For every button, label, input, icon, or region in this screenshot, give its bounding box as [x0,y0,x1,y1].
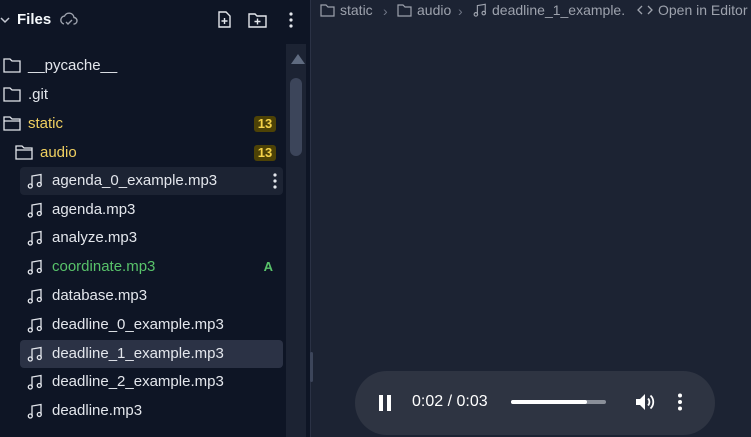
breadcrumb-item-audio[interactable]: audio [397,2,451,18]
tree-item-deadline[interactable]: deadline.mp3 [20,397,283,425]
tree-item-git[interactable]: .git [0,81,285,109]
more-vertical-icon [289,12,293,28]
folder-icon [3,87,21,102]
music-note-icon [27,403,42,419]
tree-item-label: deadline_1_example.mp3 [52,345,224,362]
tree-item-database[interactable]: database.mp3 [20,282,283,310]
tree-item-label: agenda_0_example.mp3 [52,172,218,189]
tree-item-static[interactable]: static 13 [0,110,285,138]
breadcrumb-label: deadline_1_example. [492,2,626,18]
seek-slider[interactable] [511,400,606,404]
tree-item-audio[interactable]: audio 13 [0,139,285,167]
tree-item-pycache[interactable]: __pycache__ [0,52,285,80]
tree-item-deadline-1-example[interactable]: deadline_1_example.mp3 [20,340,283,368]
tree-item-label: deadline_2_example.mp3 [52,373,224,390]
code-icon [637,5,653,15]
sidebar-scrollbar[interactable] [286,44,306,437]
seek-slider-progress [511,400,587,404]
volume-icon[interactable] [634,392,656,412]
music-note-icon [473,3,487,17]
tree-item-agenda-0-example[interactable]: agenda_0_example.mp3 [20,167,283,195]
folder-icon [320,3,335,17]
files-title: Files [17,11,52,28]
tree-item-label: audio [40,144,77,161]
playback-time: 0:02 / 0:03 [412,393,488,410]
folder-icon [3,58,21,73]
tree-item-label: deadline.mp3 [52,402,143,419]
scroll-up-arrow-icon[interactable] [291,54,305,64]
music-note-icon [27,259,42,275]
breadcrumb-item-file[interactable]: deadline_1_example. [473,2,625,18]
tree-item-label: static [28,115,64,132]
chevron-down-icon[interactable] [0,14,10,26]
pause-button[interactable] [379,395,393,411]
new-file-icon [218,11,231,28]
new-folder-icon [247,13,267,28]
player-more-icon[interactable] [677,393,683,411]
music-note-icon [27,288,42,304]
new-file-button[interactable] [214,10,234,30]
music-note-icon [27,202,42,218]
music-note-icon [27,317,42,333]
music-note-icon [27,230,42,246]
breadcrumb-separator-icon: › [458,3,463,19]
breadcrumb: static › audio › deadline_1_example. Ope… [320,0,751,22]
tree-item-deadline-2-example[interactable]: deadline_2_example.mp3 [20,368,283,396]
tree-item-deadline-0-example[interactable]: deadline_0_example.mp3 [20,311,283,339]
change-count-badge: 13 [254,116,276,132]
tree-item-label: .git [28,86,49,103]
git-status-badge: A [263,259,273,274]
tree-item-label: coordinate.mp3 [52,258,156,275]
breadcrumb-label: static [340,2,373,18]
folder-icon [397,3,412,17]
open-in-editor-label: Open in Editor [658,2,748,18]
music-note-icon [27,374,42,390]
scroll-thumb[interactable] [290,78,302,156]
breadcrumb-separator-icon: › [383,3,388,19]
cloud-sync-icon [60,12,78,25]
tree-item-label: deadline_0_example.mp3 [52,316,224,333]
file-explorer-sidebar: Files __pycache__ .git static 13 audio 1… [0,0,313,437]
files-header: Files [0,0,311,40]
folder-open-icon [15,145,33,160]
tree-item-coordinate[interactable]: coordinate.mp3 A [20,253,283,281]
breadcrumb-item-static[interactable]: static [320,2,373,18]
tree-item-agenda[interactable]: agenda.mp3 [20,196,283,224]
tree-item-label: agenda.mp3 [52,201,136,218]
music-note-icon [27,173,42,189]
folder-open-icon [3,116,21,131]
tree-item-label: analyze.mp3 [52,229,138,246]
new-folder-button[interactable] [247,10,267,30]
tree-item-label: __pycache__ [28,57,118,74]
breadcrumb-label: audio [417,2,452,18]
tree-item-analyze[interactable]: analyze.mp3 [20,224,283,252]
sidebar-resize-handle[interactable] [310,352,313,382]
sidebar-more-button[interactable] [281,10,301,30]
audio-player: 0:02 / 0:03 [355,371,715,435]
open-in-editor-button[interactable]: Open in Editor [637,2,748,18]
music-note-icon [27,346,42,362]
tree-item-label: database.mp3 [52,287,148,304]
more-vertical-icon[interactable] [273,173,277,189]
change-count-badge: 13 [254,145,276,161]
pause-icon [379,395,383,411]
